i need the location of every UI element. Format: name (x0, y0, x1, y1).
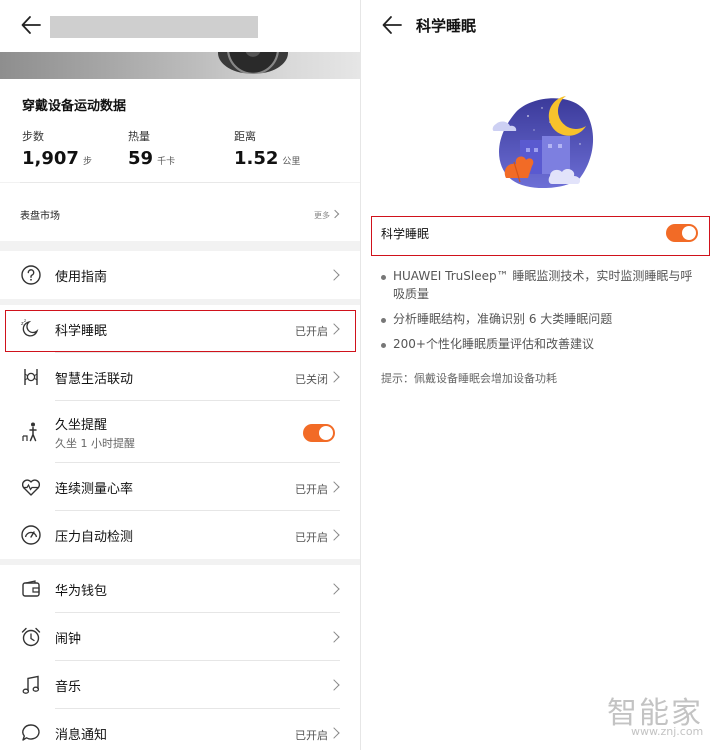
alarm-clock-icon (21, 627, 41, 647)
list-item-heart-rate[interactable]: 连续测量心率 已开启 (0, 463, 360, 511)
message-bubble-icon (22, 724, 40, 741)
smart-life-icon (24, 369, 38, 385)
sedentary-person-icon (22, 422, 37, 442)
back-arrow-icon[interactable] (20, 14, 42, 36)
back-arrow-icon[interactable] (381, 14, 403, 36)
highlight-box-left (5, 310, 356, 352)
chevron-right-icon (328, 679, 340, 691)
list-item-label: 音乐 (55, 680, 82, 695)
chevron-right-icon (328, 371, 340, 383)
distance-value: 1.52 (234, 148, 279, 169)
chevron-right-icon (328, 631, 340, 643)
watermark-url: www.znj.com (631, 725, 704, 738)
header (0, 0, 360, 52)
redacted-device-name (50, 16, 258, 38)
feature-item: 分析睡眠结构，准确识别 6 大类睡眠问题 (381, 310, 701, 328)
more-label: 更多 (314, 211, 330, 220)
list-item-label: 智慧生活联动 (55, 372, 134, 387)
right-panel: 科学睡眠 科学睡眠 HUAWEI TruSleep™ 睡眠监测技术，实时监测睡眠… (361, 0, 719, 750)
watch-face-market-label: 表盘市场 (20, 211, 60, 222)
power-tip: 提示：佩戴设备睡眠会增加设备功耗 (381, 372, 557, 385)
list-item-label: 华为钱包 (55, 584, 108, 599)
help-circle-icon (21, 265, 41, 285)
left-panel: 穿戴设备运动数据 步数 1,907 步 热量 59 千卡 距离 1.52 公里 表盘市… (0, 0, 360, 750)
calories-stat: 热量 59 千卡 (128, 128, 234, 169)
list-item-music[interactable]: 音乐 (0, 661, 360, 709)
device-banner-image (0, 52, 360, 79)
list-item-label: 压力自动检测 (55, 530, 134, 545)
chevron-right-icon (328, 269, 340, 281)
steps-value: 1,907 (22, 148, 79, 169)
list-item-alarm[interactable]: 闹钟 (0, 613, 360, 661)
list-item-label: 连续测量心率 (55, 482, 134, 497)
heart-rate-icon (21, 479, 41, 496)
list-item-stress-detection[interactable]: 压力自动检测 已开启 (0, 511, 360, 559)
feature-item: HUAWEI TruSleep™ 睡眠监测技术，实时监测睡眠与呼吸质量 (381, 267, 701, 303)
list-item-sedentary-reminder[interactable]: 久坐提醒 久坐 1 小时提醒 (0, 401, 360, 463)
steps-stat: 步数 1,907 步 (22, 128, 128, 169)
watch-face-market-row[interactable]: 表盘市场 更多 (0, 183, 360, 241)
list-item-huawei-wallet[interactable]: 华为钱包 (0, 565, 360, 613)
list-item-label: 闹钟 (55, 632, 82, 647)
feature-item: 200+个性化睡眠质量评估和改善建议 (381, 335, 701, 353)
distance-label: 距离 (234, 130, 256, 143)
wallet-icon (22, 580, 40, 597)
status-text: 已开启 (295, 483, 328, 496)
list-item-user-guide[interactable]: 使用指南 (0, 251, 360, 299)
chevron-right-icon (328, 727, 340, 739)
list-item-notifications[interactable]: 消息通知 已开启 (0, 709, 360, 750)
header: 科学睡眠 (361, 0, 719, 52)
sedentary-reminder-toggle[interactable] (303, 424, 335, 442)
chevron-right-icon (330, 209, 340, 219)
chevron-right-icon (328, 583, 340, 595)
feature-list: HUAWEI TruSleep™ 睡眠监测技术，实时监测睡眠与呼吸质量 分析睡眠… (381, 267, 701, 360)
chevron-right-icon (328, 481, 340, 493)
list-item-label: 消息通知 (55, 728, 108, 743)
list-item-label: 久坐提醒 (55, 418, 108, 433)
list-item-subtitle: 久坐 1 小时提醒 (55, 437, 135, 450)
sleep-illustration (492, 96, 594, 189)
chevron-right-icon (328, 529, 340, 541)
calories-value: 59 (128, 148, 154, 169)
list-item-smart-life[interactable]: 智慧生活联动 已关闭 (0, 353, 360, 401)
page-title: 科学睡眠 (416, 17, 477, 35)
status-text: 已关闭 (295, 373, 328, 386)
list-item-label: 使用指南 (55, 270, 108, 285)
sport-data-card[interactable]: 穿戴设备运动数据 步数 1,907 步 热量 59 千卡 距离 1.52 公里 (0, 79, 360, 182)
distance-unit: 公里 (282, 157, 301, 167)
music-note-icon (22, 675, 40, 694)
stress-gauge-icon (21, 525, 41, 545)
highlight-box-right (371, 216, 710, 256)
steps-label: 步数 (22, 130, 44, 143)
distance-stat: 距离 1.52 公里 (234, 128, 340, 169)
calories-label: 热量 (128, 130, 150, 143)
sport-data-title: 穿戴设备运动数据 (22, 99, 127, 114)
steps-unit: 步 (82, 157, 92, 167)
more-link[interactable]: 更多 (314, 209, 340, 221)
status-text: 已开启 (295, 729, 328, 742)
status-text: 已开启 (295, 531, 328, 544)
calories-unit: 千卡 (157, 157, 176, 167)
